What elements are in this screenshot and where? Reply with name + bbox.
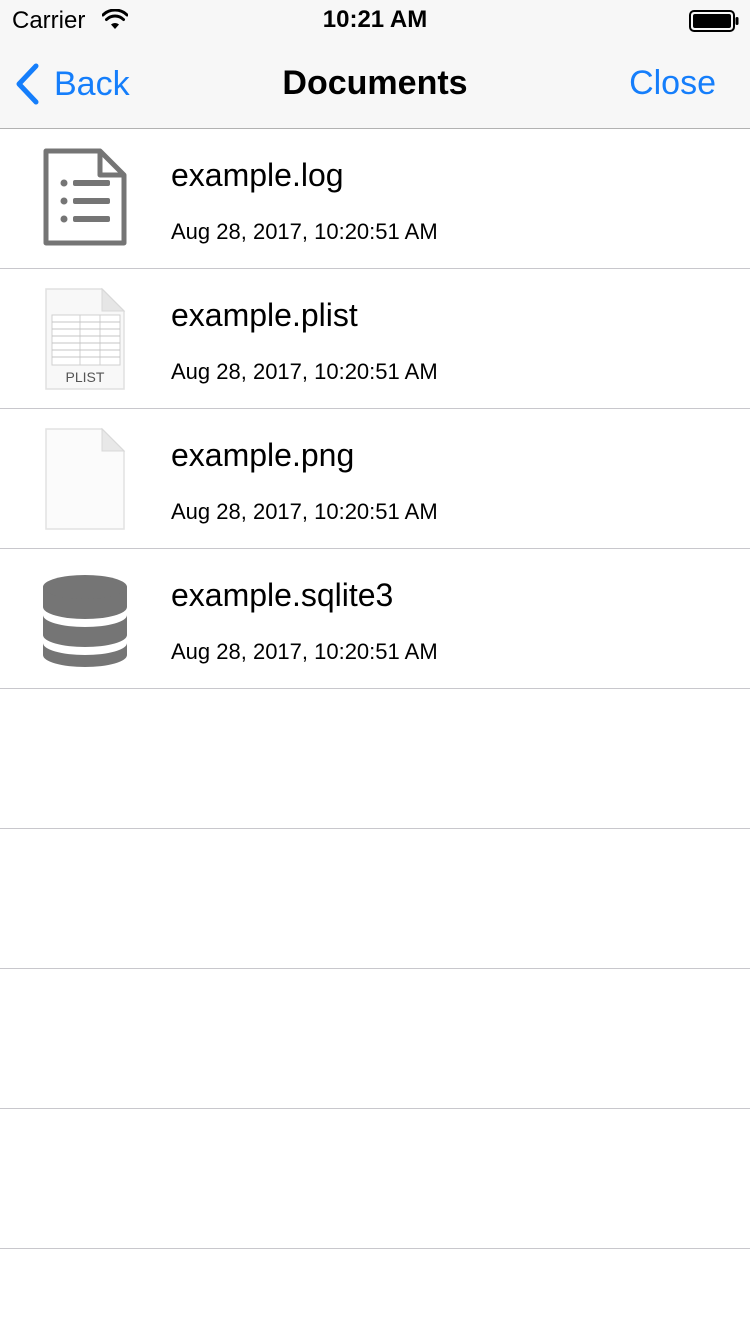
file-date: Aug 28, 2017, 10:20:51 AM xyxy=(171,219,438,244)
file-row[interactable]: PLIST example.plist Aug 28, 2017, 10:20:… xyxy=(0,269,750,409)
file-name: example.plist xyxy=(171,297,358,333)
file-row[interactable]: example.sqlite3 Aug 28, 2017, 10:20:51 A… xyxy=(0,549,750,689)
file-date: Aug 28, 2017, 10:20:51 AM xyxy=(171,499,438,524)
file-date: Aug 28, 2017, 10:20:51 AM xyxy=(171,359,438,384)
plist-file-icon: PLIST xyxy=(45,287,126,390)
blank-file-icon xyxy=(45,427,126,530)
plist-icon-label: PLIST xyxy=(66,369,105,385)
battery-icon xyxy=(689,10,739,32)
status-bar: Carrier 10:21 AM xyxy=(0,0,750,40)
empty-row xyxy=(0,1109,750,1249)
close-button[interactable]: Close xyxy=(629,64,716,103)
file-name: example.png xyxy=(171,437,355,473)
file-name: example.sqlite3 xyxy=(171,577,394,613)
file-name: example.log xyxy=(171,157,344,193)
file-row[interactable]: example.png Aug 28, 2017, 10:20:51 AM xyxy=(0,409,750,549)
file-date: Aug 28, 2017, 10:20:51 AM xyxy=(171,639,438,664)
database-icon xyxy=(43,575,127,667)
log-file-icon xyxy=(43,148,127,246)
navigation-bar: Back Documents Close xyxy=(0,40,750,129)
file-list: example.log Aug 28, 2017, 10:20:51 AM PL… xyxy=(0,129,750,1249)
empty-row xyxy=(0,969,750,1109)
file-row[interactable]: example.log Aug 28, 2017, 10:20:51 AM xyxy=(0,129,750,269)
empty-row xyxy=(0,829,750,969)
status-time: 10:21 AM xyxy=(322,6,428,33)
empty-row xyxy=(0,689,750,829)
